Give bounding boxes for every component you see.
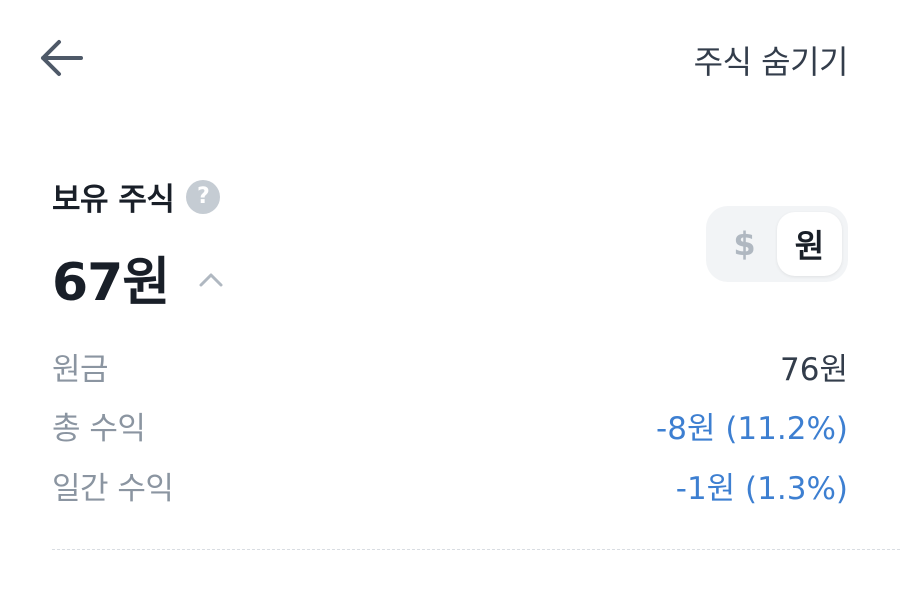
daily-return-value: -1원 (1.3%) bbox=[675, 470, 848, 507]
holdings-amount-row: 67원 bbox=[52, 240, 229, 315]
holdings-title: 보유 주식 bbox=[52, 182, 175, 218]
detail-row-total-return: 총 수익 -8원 (11.2%) bbox=[52, 403, 848, 447]
currency-option-won[interactable]: 원 bbox=[777, 212, 842, 276]
principal-label: 원금 bbox=[52, 351, 109, 388]
holdings-amount: 67원 bbox=[52, 253, 170, 313]
total-return-value: -8원 (11.2%) bbox=[656, 410, 848, 447]
arrow-left-icon bbox=[39, 38, 85, 82]
daily-return-label: 일간 수익 bbox=[52, 470, 174, 507]
currency-toggle[interactable]: $ 원 bbox=[706, 206, 848, 282]
detail-row-daily-return: 일간 수익 -1원 (1.3%) bbox=[52, 463, 848, 507]
chevron-up-icon[interactable] bbox=[193, 262, 229, 298]
hide-stock-button[interactable]: 주식 숨기기 bbox=[694, 36, 849, 84]
question-circle-icon[interactable]: ? bbox=[186, 179, 221, 214]
principal-value: 76원 bbox=[780, 351, 848, 388]
detail-row-principal: 원금 76원 bbox=[52, 344, 848, 388]
currency-option-dollar[interactable]: $ bbox=[712, 212, 777, 276]
stock-holdings-screen: 주식 숨기기 보유 주식 ? 67원 $ 원 원금 76원 총 수익 -8원 (… bbox=[0, 0, 900, 600]
back-button[interactable] bbox=[36, 36, 88, 84]
holdings-title-row: 보유 주식 ? bbox=[52, 174, 221, 219]
section-divider bbox=[52, 549, 900, 550]
total-return-label: 총 수익 bbox=[52, 410, 146, 447]
